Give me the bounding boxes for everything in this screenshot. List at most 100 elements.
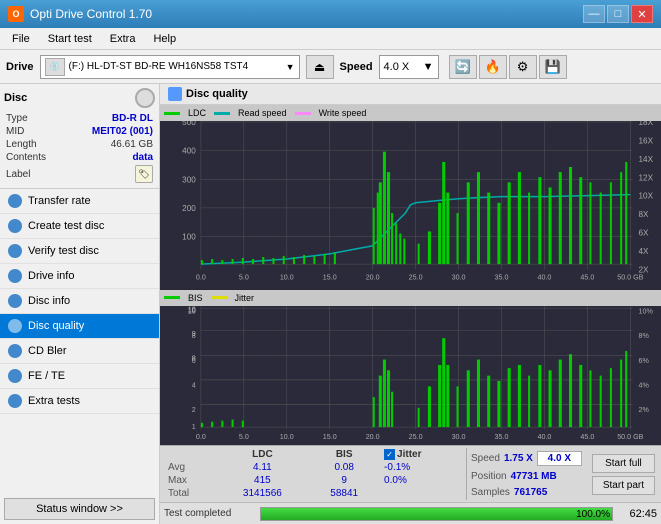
sidebar-item-extra-tests[interactable]: Extra tests <box>0 389 159 414</box>
menu-start-test[interactable]: Start test <box>40 31 100 47</box>
label-label: Label <box>6 169 30 180</box>
svg-text:4: 4 <box>192 380 196 389</box>
status-window-button[interactable]: Status window >> <box>4 498 155 520</box>
fe-te-label: FE / TE <box>28 370 65 382</box>
total-bis: 58841 <box>308 487 380 500</box>
burn-button[interactable]: 🔥 <box>479 55 507 79</box>
time-display: 62:45 <box>619 508 657 520</box>
bottom-legend: BIS Jitter <box>160 290 661 306</box>
svg-text:40.0: 40.0 <box>537 431 551 440</box>
svg-text:50.0 GB: 50.0 GB <box>617 431 643 440</box>
maximize-button[interactable]: □ <box>607 5 629 23</box>
sidebar-item-disc-info[interactable]: Disc info <box>0 289 159 314</box>
sidebar-item-cd-bler[interactable]: CD Bler <box>0 339 159 364</box>
svg-text:16X: 16X <box>639 136 654 145</box>
drive-disc-icon: 💿 <box>45 58 65 76</box>
sidebar-item-create-test-disc[interactable]: Create test disc <box>0 214 159 239</box>
top-chart: 500 400 300 200 100 18X 16X 14X 12X 10X … <box>160 121 661 290</box>
sidebar-item-transfer-rate[interactable]: Transfer rate <box>0 189 159 214</box>
disc-section: Disc Type BD-R DL MID MEIT02 (001) Lengt… <box>0 84 159 189</box>
svg-text:100: 100 <box>182 233 196 242</box>
speed-row-label: Speed <box>471 453 500 464</box>
main-area: Disc Type BD-R DL MID MEIT02 (001) Lengt… <box>0 84 661 524</box>
svg-text:5.0: 5.0 <box>239 431 249 440</box>
position-row: Position 47731 MB <box>471 471 582 482</box>
menu-extra[interactable]: Extra <box>102 31 144 47</box>
drive-label: Drive <box>6 61 34 73</box>
settings-button[interactable]: ⚙ <box>509 55 537 79</box>
transfer-rate-icon <box>8 194 22 208</box>
progress-label: Test completed <box>164 508 254 519</box>
menu-help[interactable]: Help <box>145 31 184 47</box>
verify-test-icon <box>8 244 22 258</box>
menu-file[interactable]: File <box>4 31 38 47</box>
svg-text:35.0: 35.0 <box>495 431 509 440</box>
drive-dropdown-arrow: ▼ <box>286 62 295 72</box>
svg-text:14X: 14X <box>639 155 654 164</box>
cd-bler-label: CD Bler <box>28 345 67 357</box>
extra-tests-icon <box>8 394 22 408</box>
jitter-legend-color <box>211 296 227 299</box>
speed-display: 4.0 X <box>537 451 582 466</box>
total-ldc: 3141566 <box>216 487 308 500</box>
length-value: 46.61 GB <box>111 139 153 150</box>
disc-quality-icon <box>8 319 22 333</box>
title-bar: O Opti Drive Control 1.70 — □ ✕ <box>0 0 661 28</box>
avg-ldc: 4.11 <box>216 461 308 474</box>
max-bis: 9 <box>308 474 380 487</box>
minimize-button[interactable]: — <box>583 5 605 23</box>
svg-text:6%: 6% <box>639 355 650 364</box>
cd-bler-icon <box>8 344 22 358</box>
svg-text:20.0: 20.0 <box>366 431 380 440</box>
bis-col-header: BIS <box>308 448 380 461</box>
drive-selector[interactable]: 💿 (F:) HL-DT-ST BD-RE WH16NS58 TST4 ▼ <box>40 55 300 79</box>
svg-text:400: 400 <box>182 147 196 156</box>
sidebar-item-verify-test-disc[interactable]: Verify test disc <box>0 239 159 264</box>
eject-button[interactable]: ⏏ <box>306 55 334 79</box>
bottom-chart: 10 9 8 8 10 10 8 6 4 2 1 10% 8% 6% 4% <box>160 306 661 445</box>
read-speed-legend-label: Read speed <box>238 108 287 118</box>
speed-selector[interactable]: 4.0 X ▼ <box>379 55 439 79</box>
svg-text:45.0: 45.0 <box>580 273 594 281</box>
start-full-button[interactable]: Start full <box>592 454 655 473</box>
transfer-rate-label: Transfer rate <box>28 195 91 207</box>
sidebar-item-fe-te[interactable]: FE / TE <box>0 364 159 389</box>
verify-test-label: Verify test disc <box>28 245 99 257</box>
svg-text:10%: 10% <box>639 306 654 315</box>
svg-text:500: 500 <box>182 121 196 127</box>
progress-bar-container: Test completed 100.0% 62:45 <box>160 502 661 524</box>
avg-label: Avg <box>164 461 216 474</box>
start-part-button[interactable]: Start part <box>592 476 655 495</box>
app-title: Opti Drive Control 1.70 <box>30 7 152 21</box>
extra-tests-label: Extra tests <box>28 395 80 407</box>
progress-fill <box>261 508 612 520</box>
contents-value: data <box>132 152 153 163</box>
svg-text:10.0: 10.0 <box>280 273 294 281</box>
sidebar-item-disc-quality[interactable]: Disc quality <box>0 314 159 339</box>
content-area: Disc quality LDC Read speed Write speed <box>160 84 661 524</box>
svg-text:2%: 2% <box>639 405 650 414</box>
ldc-legend-color <box>164 112 180 115</box>
svg-text:4X: 4X <box>639 247 650 256</box>
sidebar-item-drive-info[interactable]: Drive info <box>0 264 159 289</box>
ldc-col-header: LDC <box>216 448 308 461</box>
close-button[interactable]: ✕ <box>631 5 653 23</box>
save-button[interactable]: 💾 <box>539 55 567 79</box>
create-test-label: Create test disc <box>28 220 104 232</box>
svg-text:10.0: 10.0 <box>280 431 294 440</box>
app-icon: O <box>8 6 24 22</box>
menu-bar: File Start test Extra Help <box>0 28 661 50</box>
disc-info-label: Disc info <box>28 295 70 307</box>
svg-text:18X: 18X <box>639 121 654 127</box>
max-ldc: 415 <box>216 474 308 487</box>
svg-text:5.0: 5.0 <box>239 273 249 281</box>
svg-text:40.0: 40.0 <box>537 273 551 281</box>
refresh-button[interactable]: 🔄 <box>449 55 477 79</box>
jitter-checkbox[interactable]: ✓ <box>384 449 395 460</box>
svg-text:0.0: 0.0 <box>196 273 206 281</box>
length-label: Length <box>6 139 37 150</box>
samples-value: 761765 <box>514 487 547 498</box>
bottom-stats-bar: LDC BIS ✓ Jitter Avg 4.11 0.08 -0.1% Max… <box>160 445 661 502</box>
drive-bar: Drive 💿 (F:) HL-DT-ST BD-RE WH16NS58 TST… <box>0 50 661 84</box>
svg-text:50.0 GB: 50.0 GB <box>617 273 643 281</box>
